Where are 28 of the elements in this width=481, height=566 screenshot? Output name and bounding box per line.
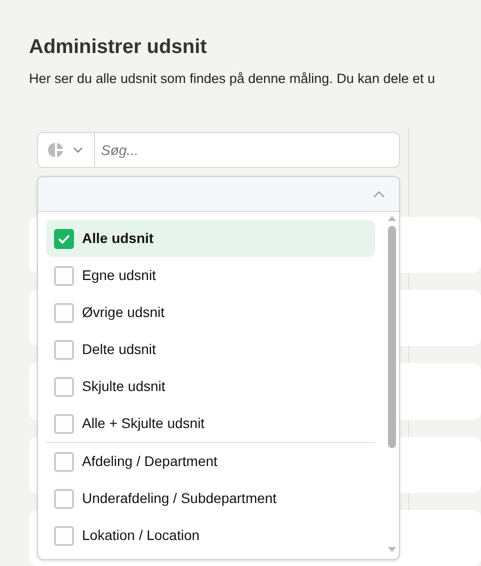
option-item[interactable]: Øvrige udsnit [46, 294, 375, 331]
checkbox[interactable] [54, 488, 74, 508]
option-item[interactable]: Egne udsnit [46, 257, 375, 294]
option-item[interactable]: Lokation / Location [46, 517, 375, 554]
checkbox[interactable] [54, 414, 74, 434]
description-text: Her ser du alle udsnit som findes på denne måling. Du kan dele et u [29, 70, 435, 88]
checkbox[interactable] [54, 302, 74, 322]
option-item[interactable]: Underafdeling / Subdepartment [46, 480, 375, 517]
pie-chart-icon [47, 141, 65, 159]
checkbox[interactable] [54, 266, 74, 286]
checkbox[interactable] [54, 340, 74, 360]
option-item[interactable]: Afdeling / Department [46, 443, 375, 480]
checkbox[interactable] [54, 526, 74, 546]
option-item[interactable]: Alle + Skjulte udsnit [46, 405, 375, 442]
checkbox[interactable] [54, 228, 74, 248]
filter-button[interactable] [37, 132, 95, 168]
option-item[interactable]: Skjulte udsnit [46, 368, 375, 405]
option-item[interactable]: Alle udsnit [46, 220, 375, 257]
scroll-down-icon[interactable] [388, 547, 396, 553]
checkbox[interactable] [54, 452, 74, 472]
dropdown-header[interactable] [38, 177, 399, 212]
option-item[interactable]: Delte udsnit [46, 331, 375, 368]
check-icon [58, 234, 70, 244]
search-field[interactable]: Søg... [95, 132, 400, 168]
chevron-down-icon [73, 147, 83, 153]
page-title: Administrer udsnit [29, 35, 207, 60]
checkbox[interactable] [54, 376, 74, 396]
scroll-up-icon[interactable] [388, 215, 396, 221]
